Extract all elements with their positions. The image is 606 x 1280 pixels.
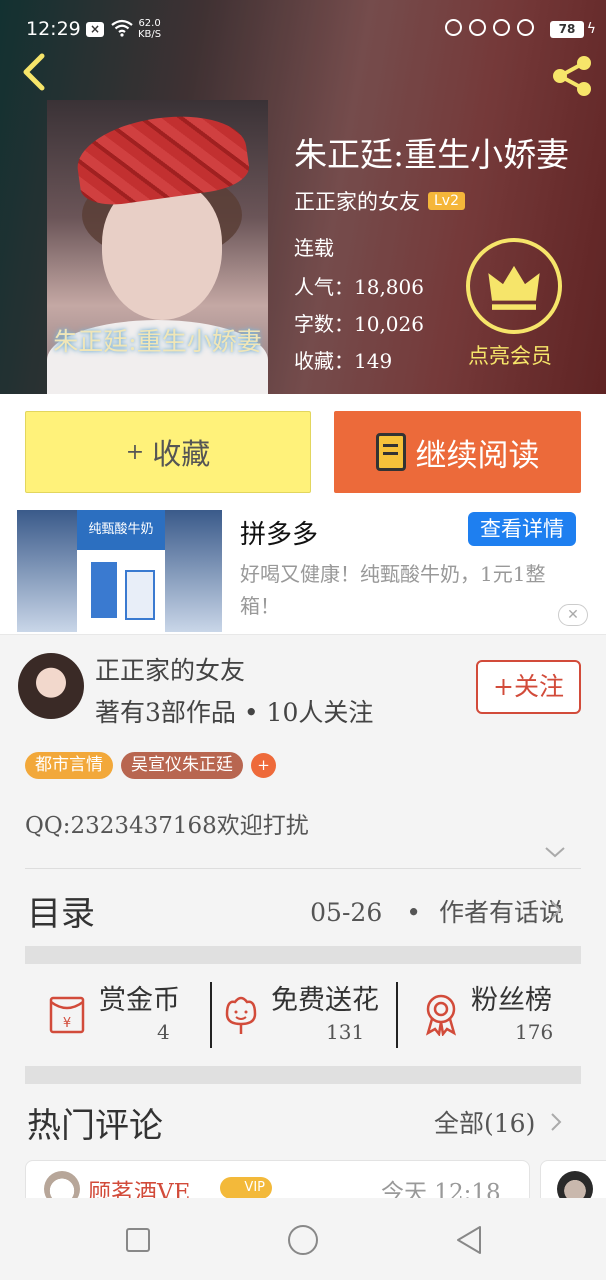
section-divider (25, 946, 581, 964)
crown-icon[interactable] (466, 238, 562, 334)
reward-count: 176 (515, 1020, 554, 1044)
tag-list: 都市言情 吴宣仪朱正廷 + (25, 752, 276, 779)
toc-link[interactable]: 05-26 • 作者有话说 (310, 893, 564, 929)
book-popularity: 人气：18,806 (294, 275, 424, 299)
book-title: 朱正廷:重生小娇妻 (294, 135, 570, 174)
collect-button[interactable]: + 收藏 (25, 411, 311, 493)
book-favorites: 收藏：149 (294, 349, 393, 373)
share-button[interactable] (548, 54, 596, 98)
chevron-right-icon[interactable] (548, 1110, 564, 1134)
tag-item[interactable]: 都市言情 (25, 752, 113, 779)
reward-count: 4 (157, 1020, 170, 1044)
back-button[interactable] (14, 50, 54, 94)
continue-reading-label: 继续阅读 (415, 437, 540, 474)
lock-rotation-icon (493, 19, 510, 36)
milk-carton (125, 570, 155, 620)
alarm-icon (517, 19, 534, 36)
cover-caption: 朱正廷:重生小娇妻 (53, 327, 262, 356)
svg-text:¥: ¥ (63, 1016, 71, 1031)
tag-item[interactable]: 吴宣仪朱正廷 (121, 752, 243, 779)
collect-plus: + (125, 439, 145, 465)
book-word-count: 字数：10,026 (294, 312, 424, 336)
rewards-row: ¥ 赏金币 4 免费送花 131 粉丝榜 176 (25, 964, 581, 1066)
book-icon (375, 433, 406, 471)
ad-close-icon[interactable]: ✕ (558, 604, 588, 626)
author-card[interactable]: 正正家的女友 著有3部作品 • 10人关注 +关注 (0, 634, 606, 734)
all-comments-link[interactable]: 全部(16) (434, 1104, 535, 1140)
reward-flowers[interactable]: 免费送花 131 (219, 978, 389, 1052)
status-icons (445, 19, 534, 36)
net-speed-unit: KB/S (138, 29, 162, 40)
toc-dot: • (406, 898, 421, 927)
divider (25, 868, 581, 869)
ad-title: 拼多多 (240, 520, 319, 550)
recent-apps-button[interactable] (126, 1228, 150, 1252)
reward-count: 131 (326, 1020, 365, 1044)
vibrate-icon (445, 19, 462, 36)
flower-icon (225, 996, 257, 1034)
reward-fans[interactable]: 粉丝榜 176 (419, 978, 569, 1052)
author-name: 正正家的女友 (95, 656, 246, 685)
toc-date: 05-26 (310, 898, 383, 927)
red-envelope-icon: ¥ (49, 996, 85, 1034)
vip-label[interactable]: 点亮会员 (468, 340, 552, 370)
divider (396, 982, 398, 1048)
status-bar: 12:29 × 62.0 KB/S 78 ϟ (0, 0, 606, 44)
system-nav-bar (0, 1198, 606, 1280)
home-button[interactable] (288, 1225, 318, 1255)
toc-author-note: 作者有话说 (438, 898, 564, 927)
reward-label: 粉丝榜 (471, 985, 552, 1016)
chevron-down-icon[interactable] (544, 845, 566, 859)
reward-label: 免费送花 (271, 985, 379, 1016)
ad-detail-button[interactable]: 查看详情 (468, 512, 576, 546)
action-bar: + 收藏 继续阅读 (0, 394, 606, 504)
reward-coins[interactable]: ¥ 赏金币 4 (47, 978, 207, 1052)
notification-icon: × (86, 22, 104, 37)
book-author[interactable]: 正正家的女友 Lv2 (294, 186, 465, 216)
ad-image[interactable]: 纯甄酸牛奶 (17, 510, 222, 632)
book-intro: QQ:2323437168欢迎打扰 (25, 813, 309, 839)
vip-badge: VIP (220, 1177, 272, 1199)
divider (210, 982, 212, 1048)
reward-label: 赏金币 (99, 985, 180, 1016)
moon-icon (469, 19, 486, 36)
chevron-right-icon[interactable] (548, 898, 564, 922)
net-speed: 62.0 KB/S (138, 18, 161, 40)
status-time: 12:29 (26, 18, 81, 40)
ad-image-caption: 纯甄酸牛奶 (77, 510, 165, 550)
section-divider (25, 1066, 581, 1084)
net-speed-value: 62.0 (138, 18, 161, 29)
follow-button[interactable]: +关注 (476, 660, 581, 714)
author-stats: 著有3部作品 • 10人关注 (95, 698, 374, 727)
author-level-badge: Lv2 (428, 192, 465, 210)
battery-indicator: 78 (550, 21, 584, 38)
continue-reading-button[interactable]: 继续阅读 (334, 411, 581, 493)
book-status: 连载 (294, 236, 334, 260)
author-avatar[interactable] (18, 653, 84, 719)
milk-carton (89, 560, 119, 620)
add-tag-button[interactable]: + (251, 753, 276, 778)
ad-description: 好喝又健康！纯甄酸牛奶，1元1整箱！ (240, 562, 546, 618)
back-triangle-icon[interactable] (454, 1224, 484, 1256)
hot-comments-title: 热门评论 (27, 1106, 163, 1146)
collect-label: 收藏 (152, 437, 211, 471)
charging-icon: ϟ (586, 21, 596, 37)
toc-title[interactable]: 目录 (27, 886, 95, 935)
book-cover[interactable]: 朱正廷:重生小娇妻 (47, 100, 268, 394)
book-author-name: 正正家的女友 (294, 190, 420, 214)
ad-banner[interactable]: 纯甄酸牛奶 拼多多 查看详情 好喝又健康！纯甄酸牛奶，1元1整箱！ ✕ (0, 504, 606, 634)
wifi-icon (111, 19, 133, 37)
medal-icon (425, 994, 457, 1036)
